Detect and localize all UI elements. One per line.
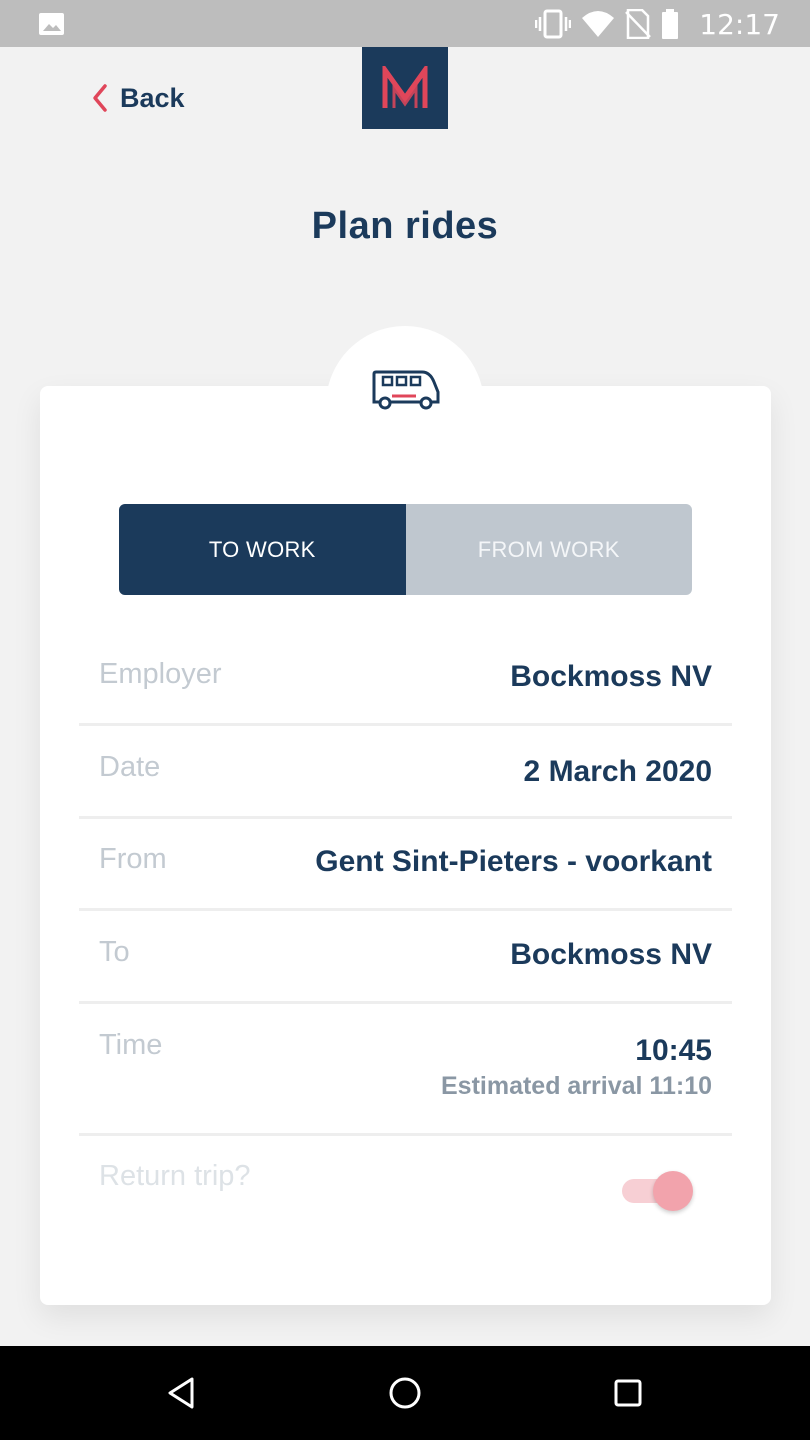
gallery-icon [39, 13, 64, 35]
clock: 12:17 [699, 7, 780, 41]
page-title: Plan rides [311, 205, 499, 247]
employer-row[interactable]: Employer Bockmoss NV [79, 640, 732, 726]
tab-from-work[interactable]: FROM WORK [405, 504, 692, 595]
time-label: Time [99, 1029, 163, 1061]
status-bar: 12:17 [0, 0, 810, 47]
bus-icon [372, 370, 440, 410]
from-label: From [99, 843, 167, 875]
to-row[interactable]: To Bockmoss NV [79, 911, 732, 1004]
return-trip-label: Return trip? [99, 1160, 251, 1192]
tab-to-work[interactable]: TO WORK [119, 504, 406, 595]
recents-square-icon[interactable] [608, 1373, 648, 1413]
toggle-knob[interactable] [653, 1171, 693, 1211]
back-triangle-icon[interactable] [162, 1373, 202, 1413]
employer-label: Employer [99, 658, 222, 690]
vibrate-icon [535, 9, 572, 39]
estimated-arrival: Estimated arrival 11:10 [441, 1072, 712, 1100]
direction-segmented-control: TO WORK FROM WORK [119, 504, 692, 595]
back-button[interactable]: Back [90, 80, 185, 116]
app-logo [362, 47, 448, 129]
system-nav-bar [0, 1346, 810, 1440]
date-row[interactable]: Date 2 March 2020 [79, 726, 732, 819]
back-label: Back [120, 82, 185, 113]
from-row[interactable]: From Gent Sint-Pieters - voorkant [79, 819, 732, 911]
battery-icon [662, 9, 679, 39]
wifi-icon [582, 11, 615, 37]
home-circle-icon[interactable] [385, 1373, 425, 1413]
time-value: 10:45 [635, 1034, 712, 1067]
to-label: To [99, 936, 130, 968]
employer-value: Bockmoss NV [510, 660, 712, 693]
to-value: Bockmoss NV [510, 938, 712, 971]
no-sim-icon [625, 9, 652, 39]
time-row[interactable]: Time 10:45 Estimated arrival 11:10 [79, 1004, 732, 1136]
date-label: Date [99, 751, 161, 783]
date-value: 2 March 2020 [523, 755, 712, 788]
chevron-left-icon [93, 84, 107, 112]
logo-m-icon [382, 66, 428, 108]
from-value: Gent Sint-Pieters - voorkant [315, 845, 712, 878]
